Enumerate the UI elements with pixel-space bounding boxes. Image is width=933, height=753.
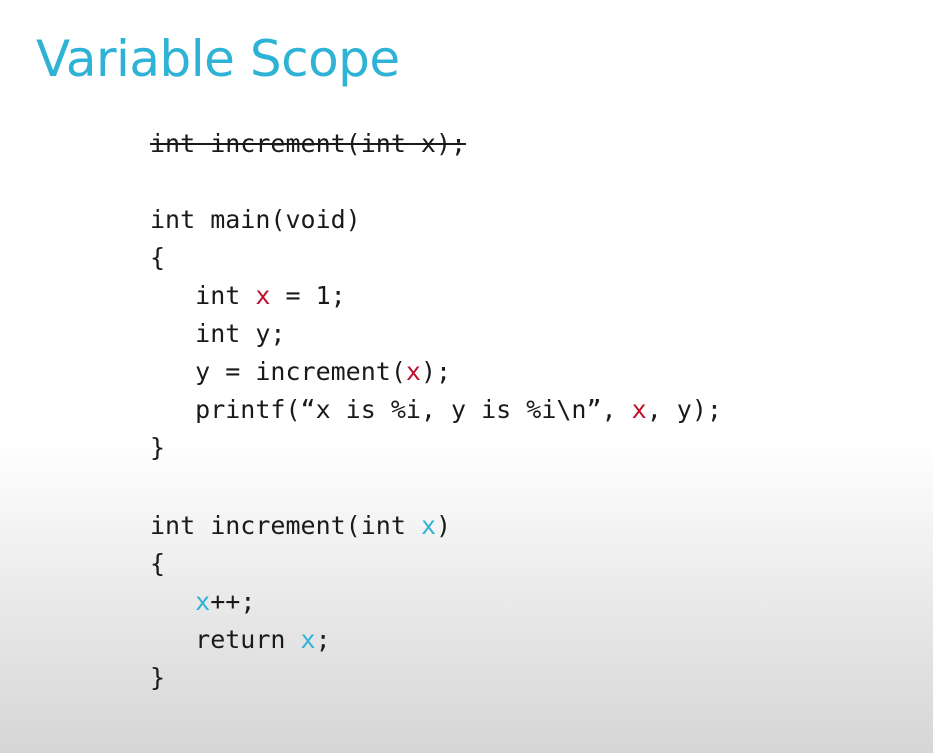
code-line-main-signature: int main(void) xyxy=(150,205,361,234)
code-text: = 1; xyxy=(270,281,346,310)
code-line-main-close-brace: } xyxy=(150,433,166,462)
increment-scope-x: x xyxy=(300,625,316,654)
code-line-declare-x: int x = 1; xyxy=(150,277,346,315)
code-text: int increment(int xyxy=(150,511,421,540)
code-text: return xyxy=(150,625,301,654)
code-text: printf(“x is %i, y is %i\n”, xyxy=(150,395,632,424)
increment-scope-x: x xyxy=(195,587,211,616)
code-text: ++; xyxy=(210,587,256,616)
code-text: y = increment( xyxy=(150,357,406,386)
main-scope-x: x xyxy=(631,395,647,424)
code-line-increment-open-brace: { xyxy=(150,549,166,578)
code-block: int increment(int x); int main(void) { i… xyxy=(150,125,722,692)
code-text: , y); xyxy=(646,395,722,424)
code-line-printf: printf(“x is %i, y is %i\n”, x, y); xyxy=(150,391,722,429)
code-line-prototype: int increment(int x); xyxy=(150,125,466,163)
code-line-call-increment: y = increment(x); xyxy=(150,353,451,391)
code-text: ) xyxy=(436,511,452,540)
increment-scope-x: x xyxy=(420,511,436,540)
code-line-main-open-brace: { xyxy=(150,243,166,272)
code-text: ); xyxy=(420,357,452,386)
code-line-declare-y: int y; xyxy=(150,319,286,348)
code-line-return: return x; xyxy=(150,621,331,659)
code-line-x-increment: x++; xyxy=(150,583,255,621)
code-line-increment-close-brace: } xyxy=(150,663,166,692)
code-line-increment-signature: int increment(int x) xyxy=(150,507,451,545)
code-text: ; xyxy=(315,625,331,654)
main-scope-x: x xyxy=(405,357,421,386)
struck-prototype: int increment(int x); xyxy=(150,129,467,158)
code-text: int xyxy=(150,281,256,310)
main-scope-x: x xyxy=(255,281,271,310)
slide-title: Variable Scope xyxy=(36,30,400,88)
